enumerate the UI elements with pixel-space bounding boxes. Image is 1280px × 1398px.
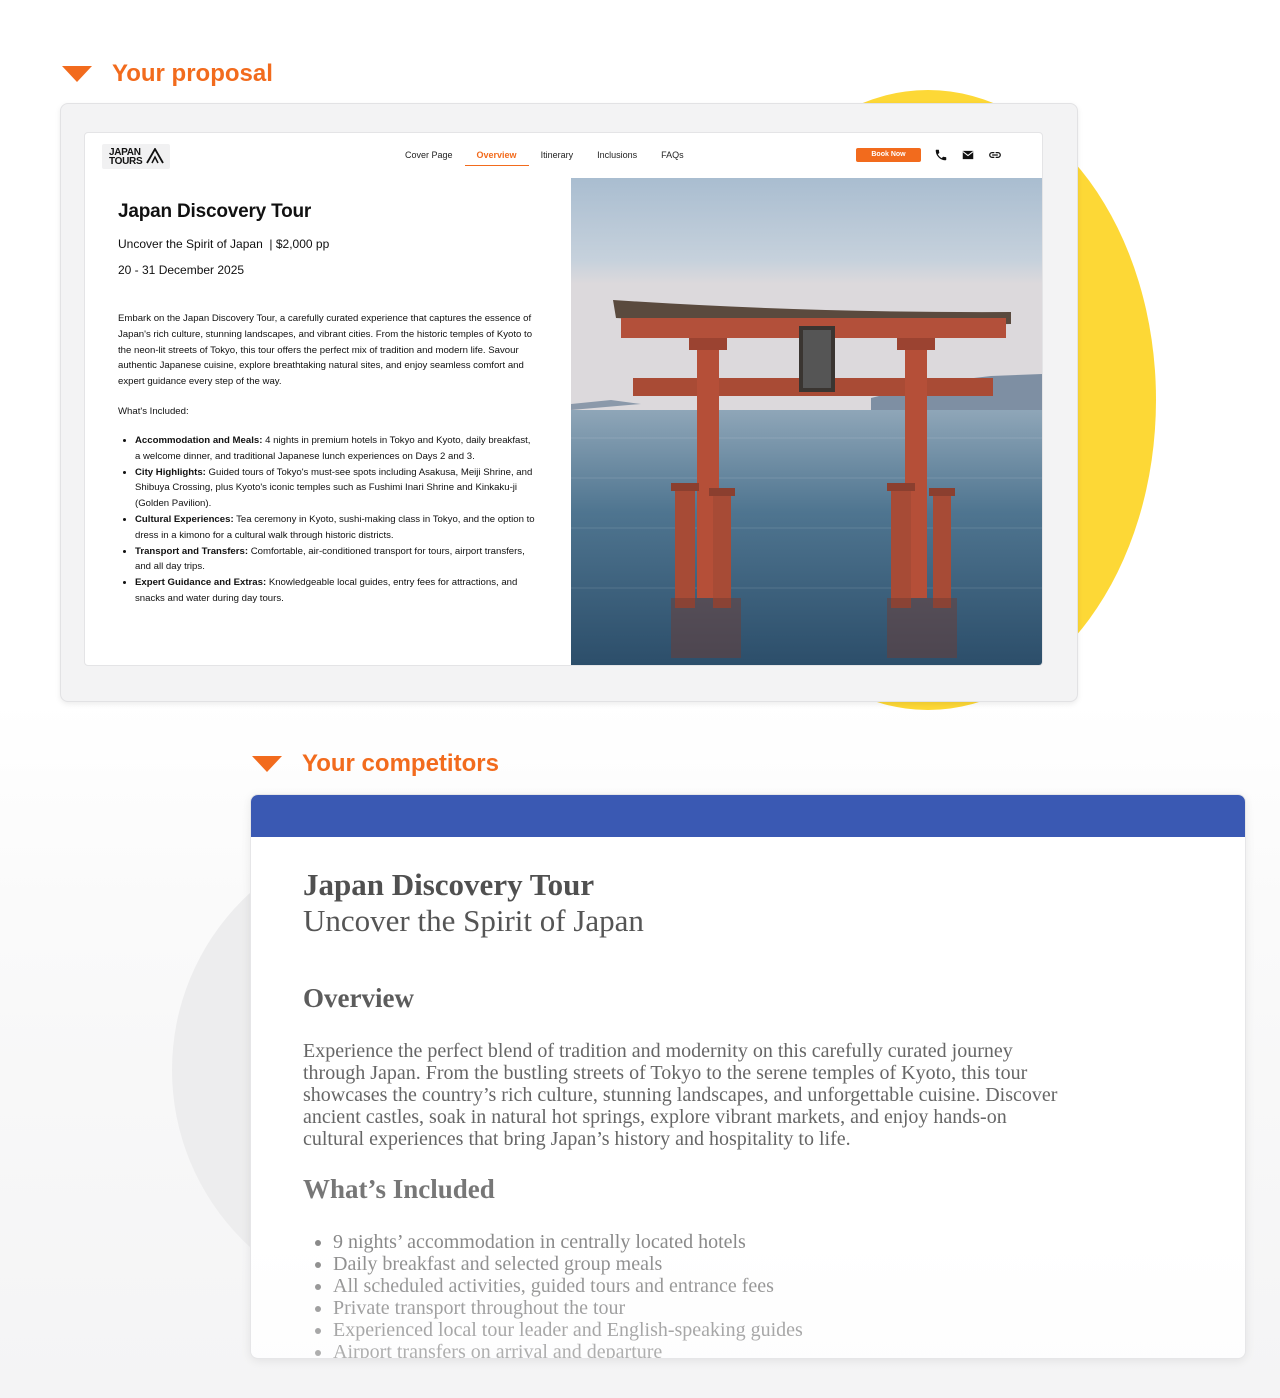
list-item: Experienced local tour leader and Englis… bbox=[333, 1319, 1063, 1341]
competitor-title: Japan Discovery Tour bbox=[303, 867, 595, 902]
proposal-section-heading: Your proposal bbox=[62, 60, 273, 88]
list-item-label: Cultural Experiences: bbox=[135, 513, 234, 525]
triangle-down-icon bbox=[62, 66, 92, 82]
tour-description: Embark on the Japan Discovery Tour, a ca… bbox=[118, 313, 533, 388]
list-item-label: Transport and Transfers: bbox=[135, 545, 249, 557]
proposal-section-label: Your proposal bbox=[112, 60, 273, 87]
list-item: Accommodation and Meals: 4 nights in pre… bbox=[135, 433, 538, 465]
competitor-content: Japan Discovery Tour Uncover the Spirit … bbox=[303, 867, 1063, 1358]
nav-tabs: Cover Page Overview Itinerary Inclusions… bbox=[393, 133, 696, 167]
list-item-label: Expert Guidance and Extras: bbox=[135, 577, 267, 589]
triangle-down-icon bbox=[252, 756, 282, 772]
tab-itinerary[interactable]: Itinerary bbox=[529, 133, 586, 165]
proposal-page: JAPAN TOURS Cover Page Overview Itinerar… bbox=[84, 132, 1043, 666]
competitor-included-list: 9 nights’ accommodation in centrally loc… bbox=[303, 1231, 1063, 1358]
tab-faqs[interactable]: FAQs bbox=[649, 133, 696, 165]
tab-overview[interactable]: Overview bbox=[464, 133, 529, 166]
included-list: Accommodation and Meals: 4 nights in pre… bbox=[118, 433, 538, 607]
japan-tours-logo[interactable]: JAPAN TOURS bbox=[102, 144, 170, 169]
competitor-header-bar bbox=[251, 795, 1245, 837]
tour-dates: 20 - 31 December 2025 bbox=[118, 263, 245, 277]
list-item: Airport transfers on arrival and departu… bbox=[333, 1341, 1063, 1358]
competitor-document: Japan Discovery Tour Uncover the Spirit … bbox=[250, 794, 1246, 1359]
link-icon[interactable] bbox=[988, 148, 1002, 162]
list-item: City Highlights: Guided tours of Tokyo's… bbox=[135, 465, 538, 512]
list-item: Cultural Experiences: Tea ceremony in Ky… bbox=[135, 512, 538, 544]
tour-title: Japan Discovery Tour bbox=[118, 201, 312, 222]
phone-icon[interactable] bbox=[934, 148, 948, 162]
proposal-navbar: JAPAN TOURS Cover Page Overview Itinerar… bbox=[85, 133, 1042, 177]
competitors-section-heading: Your competitors bbox=[252, 750, 499, 778]
competitors-section-label: Your competitors bbox=[302, 750, 499, 777]
list-item: Private transport throughout the tour bbox=[333, 1297, 1063, 1319]
included-heading: What's Included: bbox=[118, 405, 189, 417]
list-item: All scheduled activities, guided tours a… bbox=[333, 1275, 1063, 1297]
book-now-button[interactable]: Book Now bbox=[856, 148, 921, 162]
tab-cover-page[interactable]: Cover Page bbox=[393, 133, 465, 165]
competitor-subtitle: Uncover the Spirit of Japan bbox=[303, 903, 644, 938]
tour-subtitle-price: Uncover the Spirit of Japan | $2,000 pp bbox=[118, 237, 330, 251]
competitor-included-heading: What’s Included bbox=[303, 1174, 495, 1204]
torii-gate-hero-image bbox=[571, 178, 1042, 665]
list-item-label: Accommodation and Meals: bbox=[135, 434, 263, 446]
competitor-overview-heading: Overview bbox=[303, 983, 414, 1013]
logo-line-2: TOURS bbox=[109, 155, 143, 167]
list-item: Daily breakfast and selected group meals bbox=[333, 1253, 1063, 1275]
competitor-overview-text: Experience the perfect blend of traditio… bbox=[303, 1040, 1058, 1150]
list-item: 9 nights’ accommodation in centrally loc… bbox=[333, 1231, 1063, 1253]
proposal-preview-frame: JAPAN TOURS Cover Page Overview Itinerar… bbox=[60, 103, 1078, 702]
tab-inclusions[interactable]: Inclusions bbox=[585, 133, 649, 165]
logo-mountain-icon bbox=[146, 148, 164, 164]
mail-icon[interactable] bbox=[961, 148, 975, 162]
list-item: Expert Guidance and Extras: Knowledgeabl… bbox=[135, 575, 538, 607]
list-item-label: City Highlights: bbox=[135, 466, 206, 478]
list-item: Transport and Transfers: Comfortable, ai… bbox=[135, 544, 538, 576]
proposal-overview-content: Japan Discovery Tour Uncover the Spirit … bbox=[118, 201, 538, 607]
